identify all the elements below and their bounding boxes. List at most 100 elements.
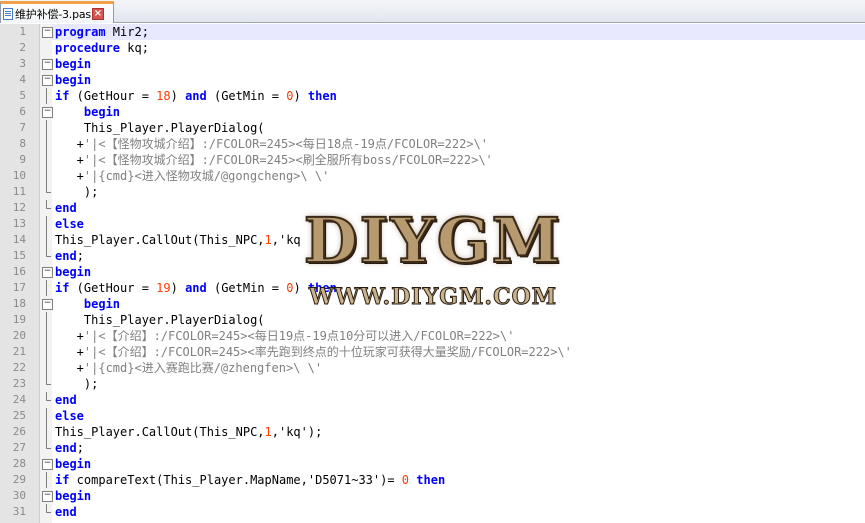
code-token: (GetMin = xyxy=(206,281,287,295)
code-token: This_Player.CallOut(This_NPC, xyxy=(55,233,265,247)
line-number: 31 xyxy=(12,505,26,518)
code-line[interactable]: 12 end xyxy=(13,200,865,216)
code-line[interactable]: 23 ); xyxy=(13,376,865,392)
code-line[interactable]: 21 +'|<【介绍】:/FCOLOR=245><率先跑到终点的十位玩家可获得大… xyxy=(13,344,865,360)
line-number: 2 xyxy=(19,41,26,54)
code-area[interactable]: 1 program Mir2; 2 procedure kq; 3 begin 4 begin… xyxy=(13,24,865,520)
code-text: if (GetHour = 19) and (GetMin = 0) then xyxy=(55,280,337,296)
code-text: begin xyxy=(55,456,91,472)
code-text: if compareText(This_Player.MapName,'D507… xyxy=(55,472,445,488)
line-number: 15 xyxy=(12,249,26,262)
fold-guide xyxy=(42,200,51,216)
fold-guide xyxy=(42,232,51,248)
code-line[interactable]: 2 procedure kq; xyxy=(19,40,865,56)
document-icon xyxy=(3,7,13,20)
fold-guide xyxy=(42,280,51,296)
code-line[interactable]: 15 end; xyxy=(13,248,865,264)
code-text: +'|<【怪物攻城介绍】:/FCOLOR=245><刷全服所有boss/FCOL… xyxy=(55,152,493,168)
code-token: (GetHour = xyxy=(69,281,157,295)
file-tab[interactable]: 维护补偿-3.pas × xyxy=(0,1,114,23)
line-number: 1 xyxy=(19,25,26,38)
code-line[interactable]: 28 begin xyxy=(13,456,865,472)
code-token: program xyxy=(55,25,106,39)
fold-guide xyxy=(42,184,51,200)
fold-toggle-icon[interactable] xyxy=(42,24,53,40)
code-text: This_Player.CallOut(This_NPC,1,'kq'); xyxy=(55,424,322,440)
line-number: 27 xyxy=(12,441,26,454)
code-text: end xyxy=(55,392,77,408)
code-line[interactable]: 3 begin xyxy=(19,56,865,72)
code-token: then xyxy=(307,281,337,295)
code-line[interactable]: 17 if (GetHour = 19) and (GetMin = 0) the… xyxy=(13,280,865,296)
code-line[interactable]: 16 begin xyxy=(13,264,865,280)
code-text: +'|<【介绍】:/FCOLOR=245><率先跑到终点的十位玩家可获得大量奖励… xyxy=(55,344,572,360)
code-line[interactable]: 31 end xyxy=(13,504,865,520)
code-line[interactable]: 5 if (GetHour = 18) and (GetMin = 0) then xyxy=(19,88,865,104)
code-text: program Mir2; xyxy=(55,24,149,40)
code-line[interactable]: 30 begin xyxy=(13,488,865,504)
code-token: begin xyxy=(83,105,121,119)
code-line[interactable]: 20 +'|<【介绍】:/FCOLOR=245><每日19点-19点10分可以进… xyxy=(13,328,865,344)
code-editor[interactable]: 1 program Mir2; 2 procedure kq; 3 begin 4 begin… xyxy=(0,24,865,523)
code-line[interactable]: 7 This_Player.PlayerDialog( xyxy=(19,120,865,136)
code-line[interactable]: 19 This_Player.PlayerDialog( xyxy=(13,312,865,328)
line-number: 18 xyxy=(12,297,26,310)
code-line[interactable]: 11 ); xyxy=(13,184,865,200)
line-number: 23 xyxy=(12,377,26,390)
line-number: 6 xyxy=(19,105,26,118)
line-number: 19 xyxy=(12,313,26,326)
line-number: 28 xyxy=(12,457,26,470)
code-token: 1 xyxy=(264,425,272,439)
fold-toggle-icon[interactable] xyxy=(42,456,53,472)
file-tab-label: 维护补偿-3.pas xyxy=(15,7,91,21)
fold-toggle-icon[interactable] xyxy=(42,488,53,504)
line-number: 13 xyxy=(12,217,26,230)
close-icon[interactable]: × xyxy=(91,7,104,20)
code-line[interactable]: 6 begin xyxy=(19,104,865,120)
code-token: ) xyxy=(170,89,186,103)
code-line[interactable]: 14 This_Player.CallOut(This_NPC,1,'kq xyxy=(13,232,865,248)
fold-guide xyxy=(42,504,51,520)
code-text: else xyxy=(55,216,84,232)
fold-guide xyxy=(42,152,51,168)
line-number: 4 xyxy=(19,73,26,86)
code-token: '|{cmd}<进入赛跑比赛/@zhengfen>\ \' xyxy=(83,361,323,375)
code-token: '|<【介绍】:/FCOLOR=245><每日19点-19点10分可以进入/FC… xyxy=(83,329,515,343)
fold-guide xyxy=(42,248,51,264)
code-line[interactable]: 8 +'|<【怪物攻城介绍】:/FCOLOR=245><每日18点-19点/FC… xyxy=(19,136,865,152)
code-line[interactable]: 24 end xyxy=(13,392,865,408)
code-line[interactable]: 27 end; xyxy=(13,440,865,456)
line-number: 21 xyxy=(12,345,26,358)
line-number: 11 xyxy=(12,185,26,198)
code-line[interactable]: 13 else xyxy=(13,216,865,232)
code-token: 1 xyxy=(264,233,272,247)
fold-toggle-icon[interactable] xyxy=(42,264,53,280)
code-line[interactable]: 26 This_Player.CallOut(This_NPC,1,'kq'); xyxy=(13,424,865,440)
code-token: begin xyxy=(55,489,92,503)
editor-window: 维护补偿-3.pas × 1 program Mir2; 2 procedure kq… xyxy=(0,0,865,523)
code-line[interactable]: 4 begin xyxy=(19,72,865,88)
fold-toggle-icon[interactable] xyxy=(42,296,53,312)
code-token: ,'kq xyxy=(271,233,301,247)
line-number: 29 xyxy=(12,473,26,486)
code-token: ) xyxy=(293,89,308,103)
code-line[interactable]: 29 if compareText(This_Player.MapName,'D5… xyxy=(13,472,865,488)
code-line[interactable]: 22 +'|{cmd}<进入赛跑比赛/@zhengfen>\ \' xyxy=(13,360,865,376)
code-line[interactable]: 1 program Mir2; xyxy=(19,24,865,40)
fold-toggle-icon[interactable] xyxy=(42,104,53,120)
code-token: + xyxy=(55,137,84,151)
code-line[interactable]: 25 else xyxy=(13,408,865,424)
fold-guide xyxy=(42,312,51,328)
code-line[interactable]: 9 +'|<【怪物攻城介绍】:/FCOLOR=245><刷全服所有boss/FC… xyxy=(19,152,865,168)
line-number: 22 xyxy=(12,361,26,374)
fold-guide xyxy=(42,328,51,344)
fold-guide xyxy=(42,120,51,136)
fold-toggle-icon[interactable] xyxy=(42,56,53,72)
line-number: 7 xyxy=(19,121,26,134)
code-line[interactable]: 18 begin xyxy=(13,296,865,312)
fold-toggle-icon[interactable] xyxy=(42,72,53,88)
code-token: ); xyxy=(55,377,99,391)
code-token: ); xyxy=(55,185,99,199)
code-line[interactable]: 10 +'|{cmd}<进入怪物攻城/@gongcheng>\ \' xyxy=(13,168,865,184)
